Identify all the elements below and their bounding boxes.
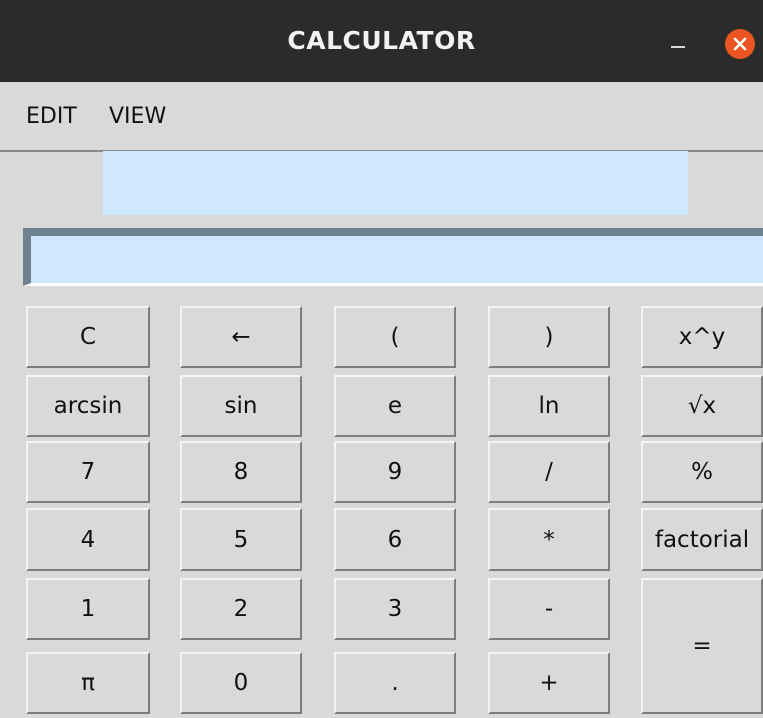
- decimal-button[interactable]: .: [334, 652, 456, 714]
- arcsin-button[interactable]: arcsin: [26, 375, 150, 437]
- digit-9-button[interactable]: 9: [334, 441, 456, 503]
- menu-edit[interactable]: EDIT: [26, 82, 77, 150]
- divide-button[interactable]: /: [488, 441, 610, 503]
- digit-3-button[interactable]: 3: [334, 578, 456, 640]
- close-x-glyph: [733, 37, 747, 51]
- digit-2-button[interactable]: 2: [180, 578, 302, 640]
- right-paren-button[interactable]: ): [488, 306, 610, 368]
- backspace-button[interactable]: ←: [180, 306, 302, 368]
- digit-7-button[interactable]: 7: [26, 441, 150, 503]
- factorial-button[interactable]: factorial: [641, 508, 763, 571]
- menu-view[interactable]: VIEW: [109, 82, 166, 150]
- minus-button[interactable]: -: [488, 578, 610, 640]
- sqrt-button[interactable]: √x: [641, 375, 763, 437]
- calculator-window: CALCULATOR EDIT VIEW C ← ( ) x^y arcsin …: [0, 0, 763, 718]
- digit-0-button[interactable]: 0: [180, 652, 302, 714]
- digit-1-button[interactable]: 1: [26, 578, 150, 640]
- ln-button[interactable]: ln: [488, 375, 610, 437]
- entry-field[interactable]: [23, 228, 763, 286]
- left-paren-button[interactable]: (: [334, 306, 456, 368]
- pi-button[interactable]: π: [26, 652, 150, 714]
- expression-display: [103, 151, 688, 215]
- plus-button[interactable]: +: [488, 652, 610, 714]
- digit-5-button[interactable]: 5: [180, 508, 302, 571]
- power-button[interactable]: x^y: [641, 306, 763, 368]
- close-icon[interactable]: [725, 29, 755, 59]
- digit-8-button[interactable]: 8: [180, 441, 302, 503]
- multiply-button[interactable]: *: [488, 508, 610, 571]
- menu-bar: EDIT VIEW: [0, 82, 763, 152]
- sin-button[interactable]: sin: [180, 375, 302, 437]
- minimize-icon[interactable]: [664, 26, 698, 56]
- digit-4-button[interactable]: 4: [26, 508, 150, 571]
- percent-button[interactable]: %: [641, 441, 763, 503]
- digit-6-button[interactable]: 6: [334, 508, 456, 571]
- e-button[interactable]: e: [334, 375, 456, 437]
- title-bar[interactable]: CALCULATOR: [0, 0, 763, 82]
- clear-button[interactable]: C: [26, 306, 150, 368]
- equals-button[interactable]: =: [641, 578, 763, 714]
- window-title: CALCULATOR: [287, 26, 476, 55]
